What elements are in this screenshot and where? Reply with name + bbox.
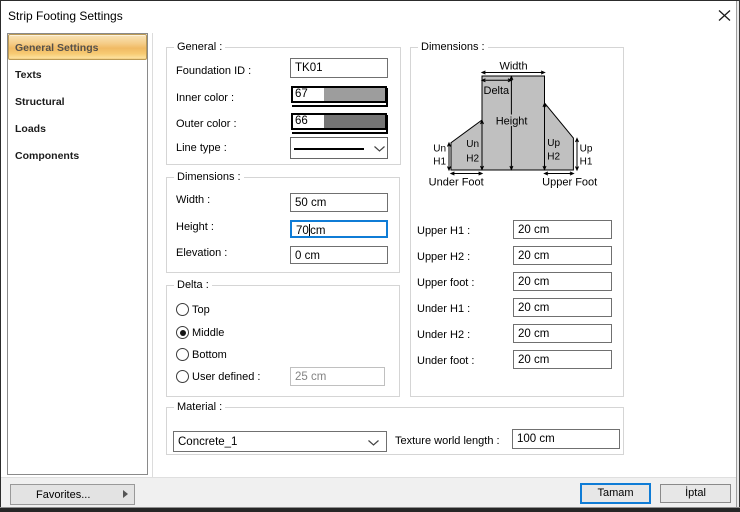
svg-text:Un: Un (466, 139, 479, 150)
svg-text:Under Foot: Under Foot (429, 177, 484, 189)
svg-text:Un: Un (433, 144, 446, 155)
svg-text:H1: H1 (580, 157, 593, 168)
svg-text:H2: H2 (466, 154, 479, 165)
svg-text:H1: H1 (433, 157, 446, 168)
svg-text:Up: Up (580, 144, 593, 155)
svg-text:H2: H2 (547, 152, 560, 163)
svg-text:Up: Up (547, 138, 560, 149)
svg-text:Height: Height (496, 116, 528, 128)
svg-text:Upper Foot: Upper Foot (542, 177, 597, 189)
svg-text:Width: Width (499, 61, 527, 73)
svg-text:Delta: Delta (484, 85, 511, 97)
